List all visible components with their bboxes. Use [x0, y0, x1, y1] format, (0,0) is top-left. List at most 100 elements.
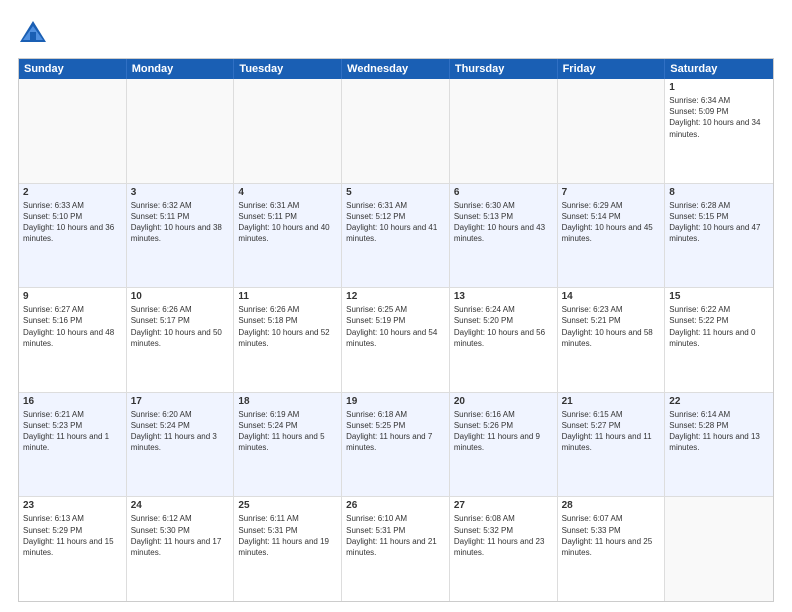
cal-cell-3-2: 18 Sunrise: 6:19 AM Sunset: 5:24 PM Dayli… — [234, 393, 342, 497]
day-number: 3 — [131, 187, 230, 198]
day-info: Sunrise: 6:10 AM Sunset: 5:31 PM Dayligh… — [346, 513, 445, 558]
day-number: 18 — [238, 396, 337, 407]
day-info: Sunrise: 6:30 AM Sunset: 5:13 PM Dayligh… — [454, 200, 553, 245]
day-number: 9 — [23, 291, 122, 302]
calendar-row-1: 2 Sunrise: 6:33 AM Sunset: 5:10 PM Daylig… — [19, 184, 773, 289]
day-info: Sunrise: 6:14 AM Sunset: 5:28 PM Dayligh… — [669, 409, 769, 454]
cal-cell-2-4: 13 Sunrise: 6:24 AM Sunset: 5:20 PM Dayli… — [450, 288, 558, 392]
cal-cell-1-1: 3 Sunrise: 6:32 AM Sunset: 5:11 PM Daylig… — [127, 184, 235, 288]
header — [18, 18, 774, 48]
day-info: Sunrise: 6:11 AM Sunset: 5:31 PM Dayligh… — [238, 513, 337, 558]
calendar-row-0: 1 Sunrise: 6:34 AM Sunset: 5:09 PM Daylig… — [19, 79, 773, 184]
day-info: Sunrise: 6:28 AM Sunset: 5:15 PM Dayligh… — [669, 200, 769, 245]
cal-cell-3-6: 22 Sunrise: 6:14 AM Sunset: 5:28 PM Dayli… — [665, 393, 773, 497]
day-info: Sunrise: 6:32 AM Sunset: 5:11 PM Dayligh… — [131, 200, 230, 245]
day-info: Sunrise: 6:31 AM Sunset: 5:12 PM Dayligh… — [346, 200, 445, 245]
day-number: 14 — [562, 291, 661, 302]
day-info: Sunrise: 6:26 AM Sunset: 5:17 PM Dayligh… — [131, 304, 230, 349]
cal-header-saturday: Saturday — [665, 59, 773, 79]
cal-cell-0-3 — [342, 79, 450, 183]
cal-header-friday: Friday — [558, 59, 666, 79]
cal-cell-1-2: 4 Sunrise: 6:31 AM Sunset: 5:11 PM Daylig… — [234, 184, 342, 288]
day-number: 10 — [131, 291, 230, 302]
day-number: 21 — [562, 396, 661, 407]
cal-cell-1-0: 2 Sunrise: 6:33 AM Sunset: 5:10 PM Daylig… — [19, 184, 127, 288]
day-number: 15 — [669, 291, 769, 302]
cal-cell-0-0 — [19, 79, 127, 183]
cal-cell-1-6: 8 Sunrise: 6:28 AM Sunset: 5:15 PM Daylig… — [665, 184, 773, 288]
day-number: 7 — [562, 187, 661, 198]
day-number: 13 — [454, 291, 553, 302]
cal-header-sunday: Sunday — [19, 59, 127, 79]
cal-cell-4-2: 25 Sunrise: 6:11 AM Sunset: 5:31 PM Dayli… — [234, 497, 342, 601]
cal-cell-2-2: 11 Sunrise: 6:26 AM Sunset: 5:18 PM Dayli… — [234, 288, 342, 392]
day-info: Sunrise: 6:16 AM Sunset: 5:26 PM Dayligh… — [454, 409, 553, 454]
calendar-row-3: 16 Sunrise: 6:21 AM Sunset: 5:23 PM Dayli… — [19, 393, 773, 498]
day-info: Sunrise: 6:12 AM Sunset: 5:30 PM Dayligh… — [131, 513, 230, 558]
day-number: 27 — [454, 500, 553, 511]
cal-header-thursday: Thursday — [450, 59, 558, 79]
day-info: Sunrise: 6:29 AM Sunset: 5:14 PM Dayligh… — [562, 200, 661, 245]
day-number: 22 — [669, 396, 769, 407]
day-info: Sunrise: 6:34 AM Sunset: 5:09 PM Dayligh… — [669, 95, 769, 140]
day-info: Sunrise: 6:15 AM Sunset: 5:27 PM Dayligh… — [562, 409, 661, 454]
day-info: Sunrise: 6:18 AM Sunset: 5:25 PM Dayligh… — [346, 409, 445, 454]
day-number: 11 — [238, 291, 337, 302]
day-info: Sunrise: 6:23 AM Sunset: 5:21 PM Dayligh… — [562, 304, 661, 349]
day-info: Sunrise: 6:24 AM Sunset: 5:20 PM Dayligh… — [454, 304, 553, 349]
logo — [18, 18, 52, 48]
day-info: Sunrise: 6:25 AM Sunset: 5:19 PM Dayligh… — [346, 304, 445, 349]
day-number: 17 — [131, 396, 230, 407]
day-number: 20 — [454, 396, 553, 407]
cal-cell-2-0: 9Sunrise: 6:27 AM Sunset: 5:16 PM Daylig… — [19, 288, 127, 392]
day-info: Sunrise: 6:21 AM Sunset: 5:23 PM Dayligh… — [23, 409, 122, 454]
day-number: 28 — [562, 500, 661, 511]
cal-cell-4-1: 24Sunrise: 6:12 AM Sunset: 5:30 PM Dayli… — [127, 497, 235, 601]
cal-cell-3-0: 16 Sunrise: 6:21 AM Sunset: 5:23 PM Dayli… — [19, 393, 127, 497]
cal-cell-2-5: 14 Sunrise: 6:23 AM Sunset: 5:21 PM Dayli… — [558, 288, 666, 392]
cal-cell-4-0: 23 Sunrise: 6:13 AM Sunset: 5:29 PM Dayli… — [19, 497, 127, 601]
logo-icon — [18, 18, 48, 48]
day-number: 8 — [669, 187, 769, 198]
cal-cell-3-1: 17 Sunrise: 6:20 AM Sunset: 5:24 PM Dayli… — [127, 393, 235, 497]
cal-cell-3-4: 20 Sunrise: 6:16 AM Sunset: 5:26 PM Dayli… — [450, 393, 558, 497]
day-info: Sunrise: 6:31 AM Sunset: 5:11 PM Dayligh… — [238, 200, 337, 245]
day-info: Sunrise: 6:26 AM Sunset: 5:18 PM Dayligh… — [238, 304, 337, 349]
day-number: 2 — [23, 187, 122, 198]
cal-cell-0-5 — [558, 79, 666, 183]
cal-header-monday: Monday — [127, 59, 235, 79]
day-number: 16 — [23, 396, 122, 407]
cal-cell-0-2 — [234, 79, 342, 183]
calendar-body: 1 Sunrise: 6:34 AM Sunset: 5:09 PM Daylig… — [19, 79, 773, 601]
cal-cell-2-6: 15 Sunrise: 6:22 AM Sunset: 5:22 PM Dayli… — [665, 288, 773, 392]
cal-header-tuesday: Tuesday — [234, 59, 342, 79]
day-info: Sunrise: 6:13 AM Sunset: 5:29 PM Dayligh… — [23, 513, 122, 558]
day-number: 25 — [238, 500, 337, 511]
cal-cell-4-5: 28Sunrise: 6:07 AM Sunset: 5:33 PM Dayli… — [558, 497, 666, 601]
cal-cell-1-5: 7 Sunrise: 6:29 AM Sunset: 5:14 PM Daylig… — [558, 184, 666, 288]
cal-cell-3-3: 19 Sunrise: 6:18 AM Sunset: 5:25 PM Dayli… — [342, 393, 450, 497]
cal-cell-0-1 — [127, 79, 235, 183]
cal-cell-4-3: 26 Sunrise: 6:10 AM Sunset: 5:31 PM Dayli… — [342, 497, 450, 601]
cal-cell-3-5: 21 Sunrise: 6:15 AM Sunset: 5:27 PM Dayli… — [558, 393, 666, 497]
cal-cell-4-4: 27 Sunrise: 6:08 AM Sunset: 5:32 PM Dayli… — [450, 497, 558, 601]
day-info: Sunrise: 6:20 AM Sunset: 5:24 PM Dayligh… — [131, 409, 230, 454]
day-info: Sunrise: 6:33 AM Sunset: 5:10 PM Dayligh… — [23, 200, 122, 245]
cal-cell-2-3: 12Sunrise: 6:25 AM Sunset: 5:19 PM Dayli… — [342, 288, 450, 392]
cal-cell-1-4: 6 Sunrise: 6:30 AM Sunset: 5:13 PM Daylig… — [450, 184, 558, 288]
day-number: 1 — [669, 82, 769, 93]
calendar-header: SundayMondayTuesdayWednesdayThursdayFrid… — [19, 59, 773, 79]
day-number: 5 — [346, 187, 445, 198]
day-number: 19 — [346, 396, 445, 407]
day-info: Sunrise: 6:22 AM Sunset: 5:22 PM Dayligh… — [669, 304, 769, 349]
day-info: Sunrise: 6:19 AM Sunset: 5:24 PM Dayligh… — [238, 409, 337, 454]
cal-cell-1-3: 5 Sunrise: 6:31 AM Sunset: 5:12 PM Daylig… — [342, 184, 450, 288]
day-info: Sunrise: 6:08 AM Sunset: 5:32 PM Dayligh… — [454, 513, 553, 558]
calendar-row-2: 9Sunrise: 6:27 AM Sunset: 5:16 PM Daylig… — [19, 288, 773, 393]
day-number: 6 — [454, 187, 553, 198]
day-number: 23 — [23, 500, 122, 511]
day-number: 26 — [346, 500, 445, 511]
page: SundayMondayTuesdayWednesdayThursdayFrid… — [0, 0, 792, 612]
day-number: 4 — [238, 187, 337, 198]
calendar-row-4: 23 Sunrise: 6:13 AM Sunset: 5:29 PM Dayli… — [19, 497, 773, 601]
